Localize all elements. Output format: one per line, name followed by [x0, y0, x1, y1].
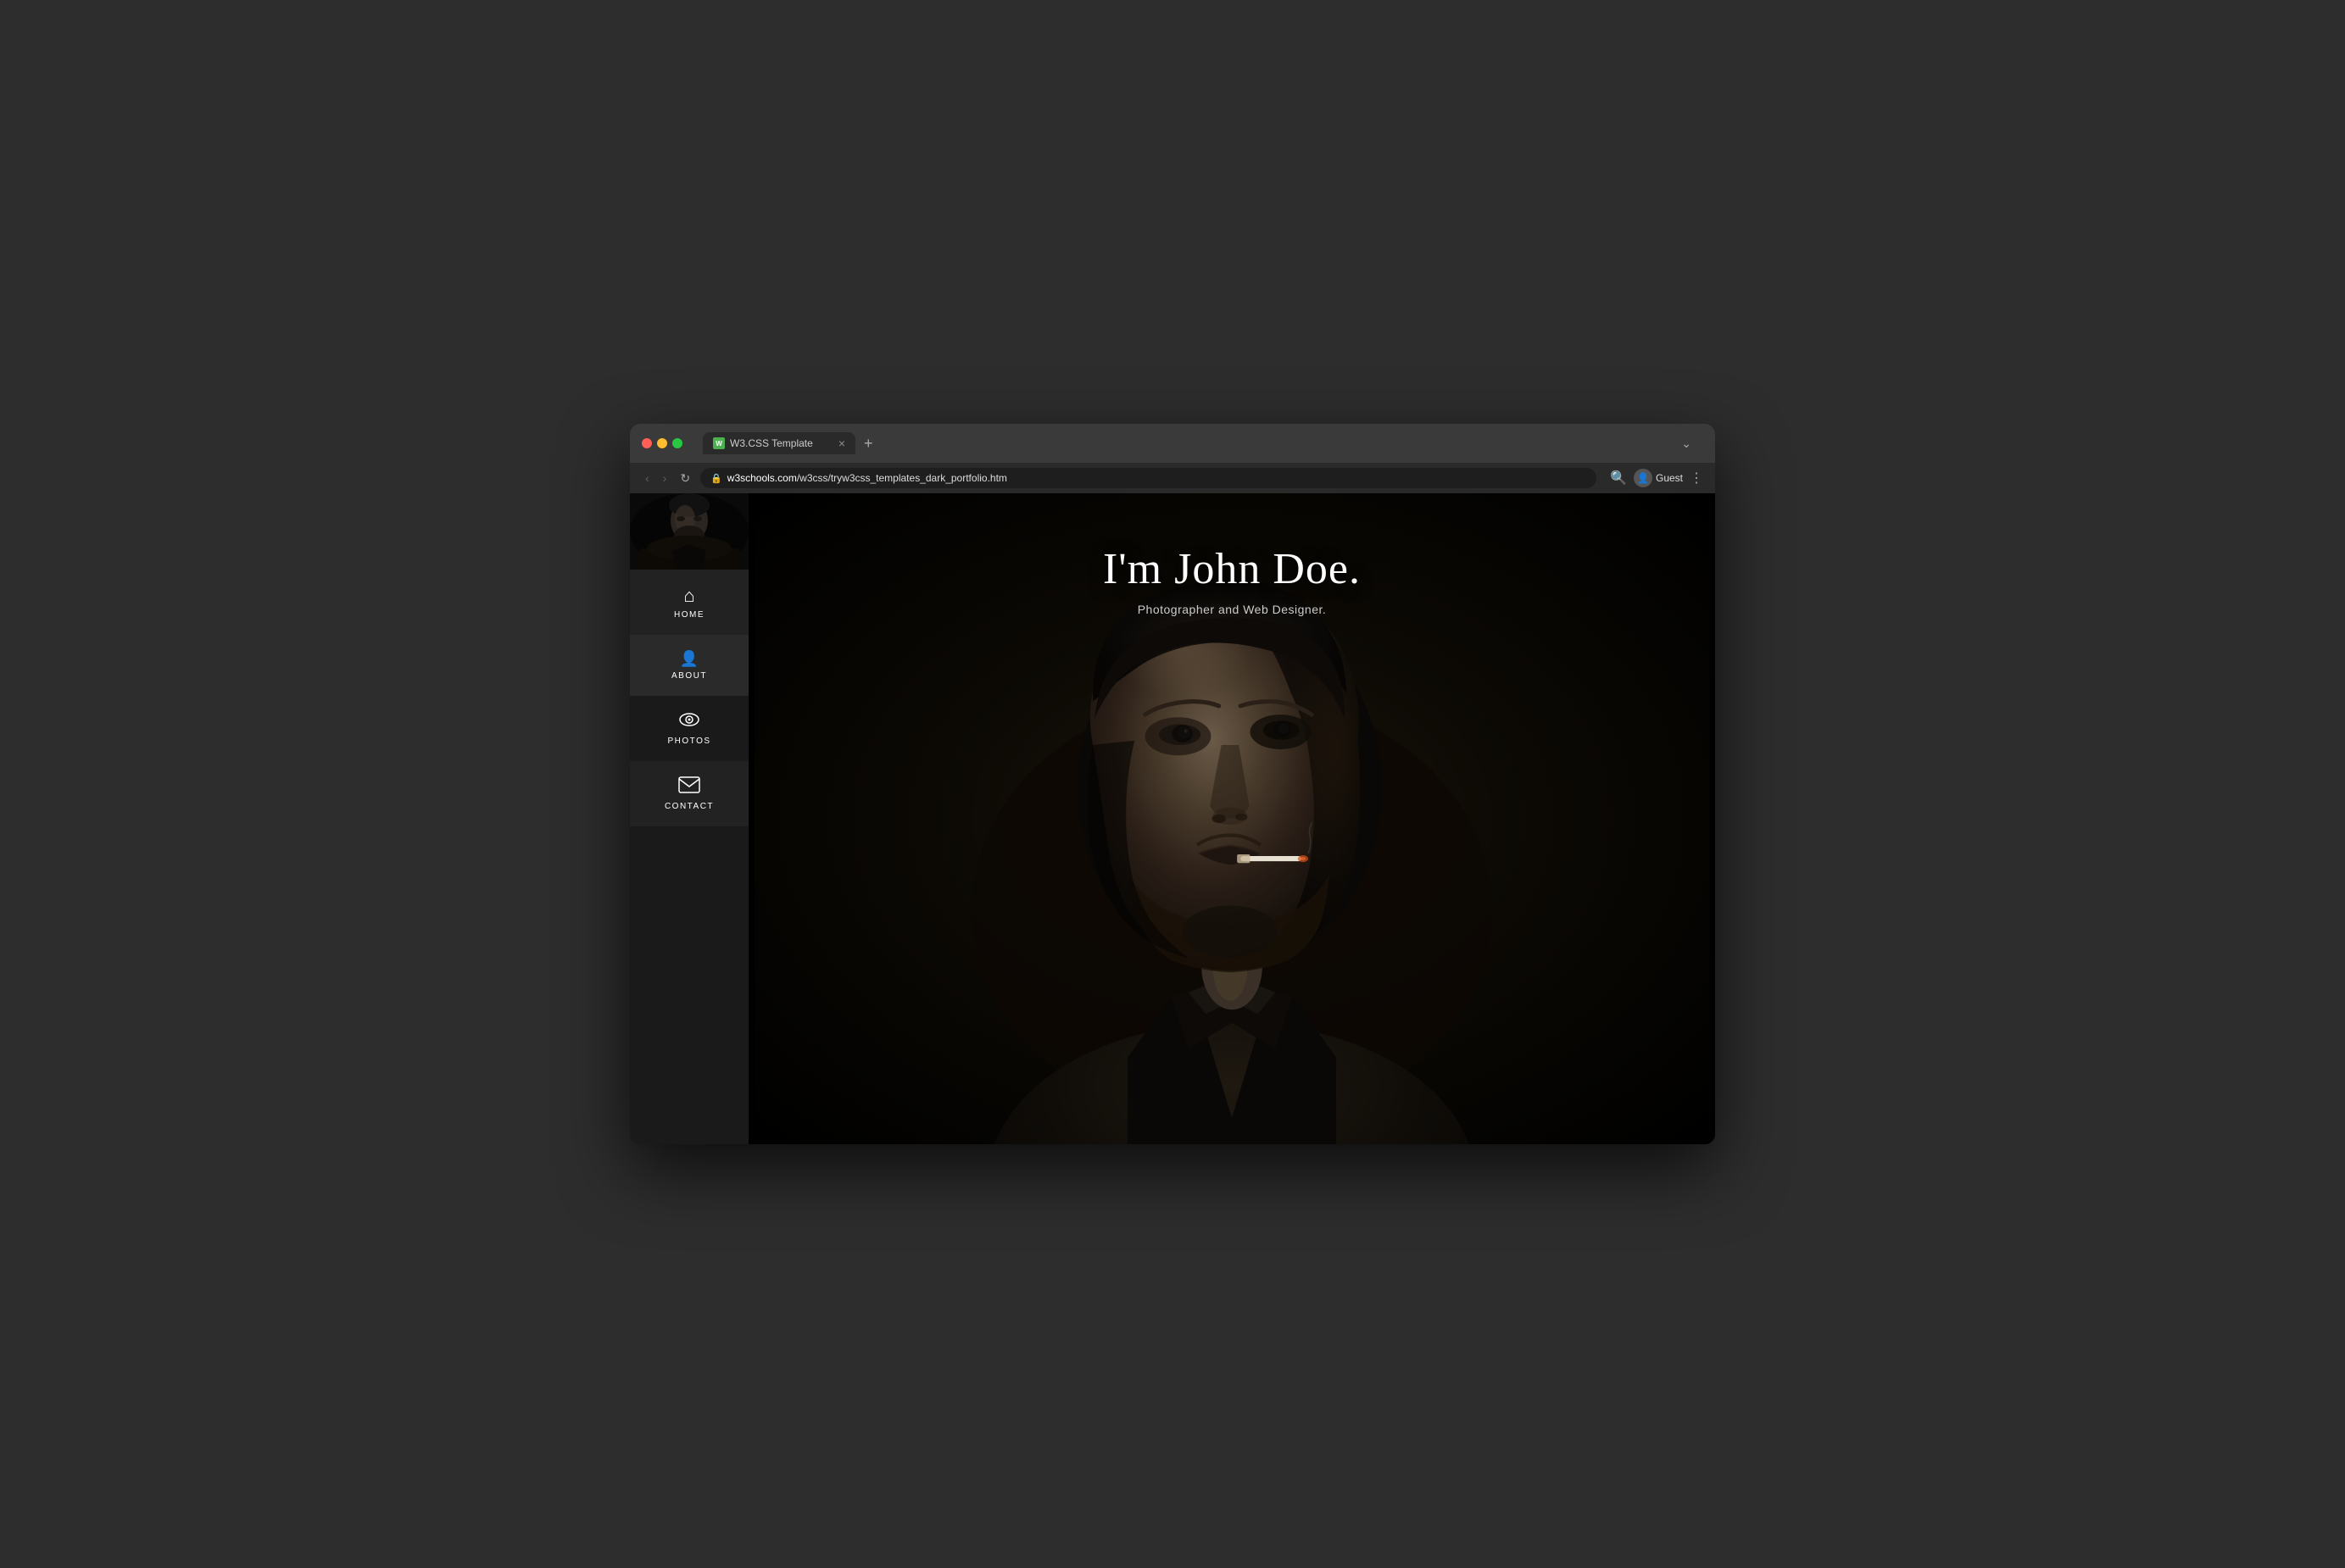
- about-label: ABOUT: [671, 671, 707, 681]
- maximize-button[interactable]: [672, 438, 682, 448]
- hero-subtitle: Photographer and Web Designer.: [749, 603, 1715, 616]
- address-bar[interactable]: 🔒 w3schools.com/w3css/tryw3css_templates…: [700, 468, 1596, 488]
- tab-close-button[interactable]: ×: [838, 437, 845, 449]
- user-avatar-icon: 👤: [1637, 472, 1650, 484]
- sidebar-portrait-svg: [630, 493, 749, 570]
- search-button[interactable]: 🔍: [1610, 470, 1627, 487]
- home-label: HOME: [674, 610, 705, 620]
- about-icon: 👤: [680, 650, 699, 668]
- user-label: Guest: [1656, 472, 1683, 484]
- browser-actions: 🔍 👤 Guest ⋮: [1610, 469, 1703, 487]
- close-button[interactable]: [642, 438, 652, 448]
- forward-button[interactable]: ›: [660, 470, 671, 487]
- sidebar: ⌂ HOME 👤 ABOUT PHOTOS: [630, 493, 749, 1144]
- contact-label: CONTACT: [665, 802, 714, 811]
- refresh-button[interactable]: ↻: [677, 470, 693, 487]
- title-bar: W W3.CSS Template × + ⌄: [630, 424, 1715, 463]
- sidebar-item-photos[interactable]: PHOTOS: [630, 696, 749, 761]
- new-tab-button[interactable]: +: [859, 433, 878, 454]
- address-domain: w3schools.com: [727, 472, 797, 484]
- hero-text-overlay: I'm John Doe. Photographer and Web Desig…: [749, 544, 1715, 616]
- hero-name: I'm John Doe.: [749, 544, 1715, 594]
- photos-label: PHOTOS: [667, 737, 710, 746]
- sidebar-item-home[interactable]: ⌂ HOME: [630, 570, 749, 635]
- browser-menu-button[interactable]: ⋮: [1690, 470, 1703, 487]
- website-content: ⌂ HOME 👤 ABOUT PHOTOS: [630, 493, 1715, 1144]
- address-text: w3schools.com/w3css/tryw3css_templates_d…: [727, 472, 1007, 484]
- back-button[interactable]: ‹: [642, 470, 653, 487]
- tab-title: W3.CSS Template: [730, 437, 833, 449]
- sidebar-avatar: [630, 493, 749, 570]
- user-avatar: 👤: [1634, 469, 1652, 487]
- tab-bar: W W3.CSS Template × + ⌄: [691, 432, 1703, 454]
- hero-portrait-background: I'm John Doe. Photographer and Web Desig…: [749, 493, 1715, 1144]
- main-content: I'm John Doe. Photographer and Web Desig…: [749, 493, 1715, 1144]
- address-bar-row: ‹ › ↻ 🔒 w3schools.com/w3css/tryw3css_tem…: [630, 463, 1715, 493]
- user-account-button[interactable]: 👤 Guest: [1634, 469, 1683, 487]
- traffic-lights: [642, 438, 682, 448]
- sidebar-item-contact[interactable]: CONTACT: [630, 761, 749, 826]
- photos-icon: [679, 711, 699, 733]
- browser-window: W W3.CSS Template × + ⌄ ‹ › ↻ 🔒 w3school…: [630, 424, 1715, 1144]
- contact-icon: [678, 776, 700, 798]
- sidebar-item-about[interactable]: 👤 ABOUT: [630, 635, 749, 696]
- tab-favicon: W: [713, 437, 725, 449]
- address-path: /w3css/tryw3css_templates_dark_portfolio…: [797, 472, 1007, 484]
- tab-overflow-button[interactable]: ⌄: [1681, 436, 1691, 451]
- active-tab[interactable]: W W3.CSS Template ×: [703, 432, 855, 454]
- home-icon: ⌂: [683, 585, 694, 607]
- lock-icon: 🔒: [710, 473, 722, 484]
- browser-chrome: W W3.CSS Template × + ⌄ ‹ › ↻ 🔒 w3school…: [630, 424, 1715, 493]
- minimize-button[interactable]: [657, 438, 667, 448]
